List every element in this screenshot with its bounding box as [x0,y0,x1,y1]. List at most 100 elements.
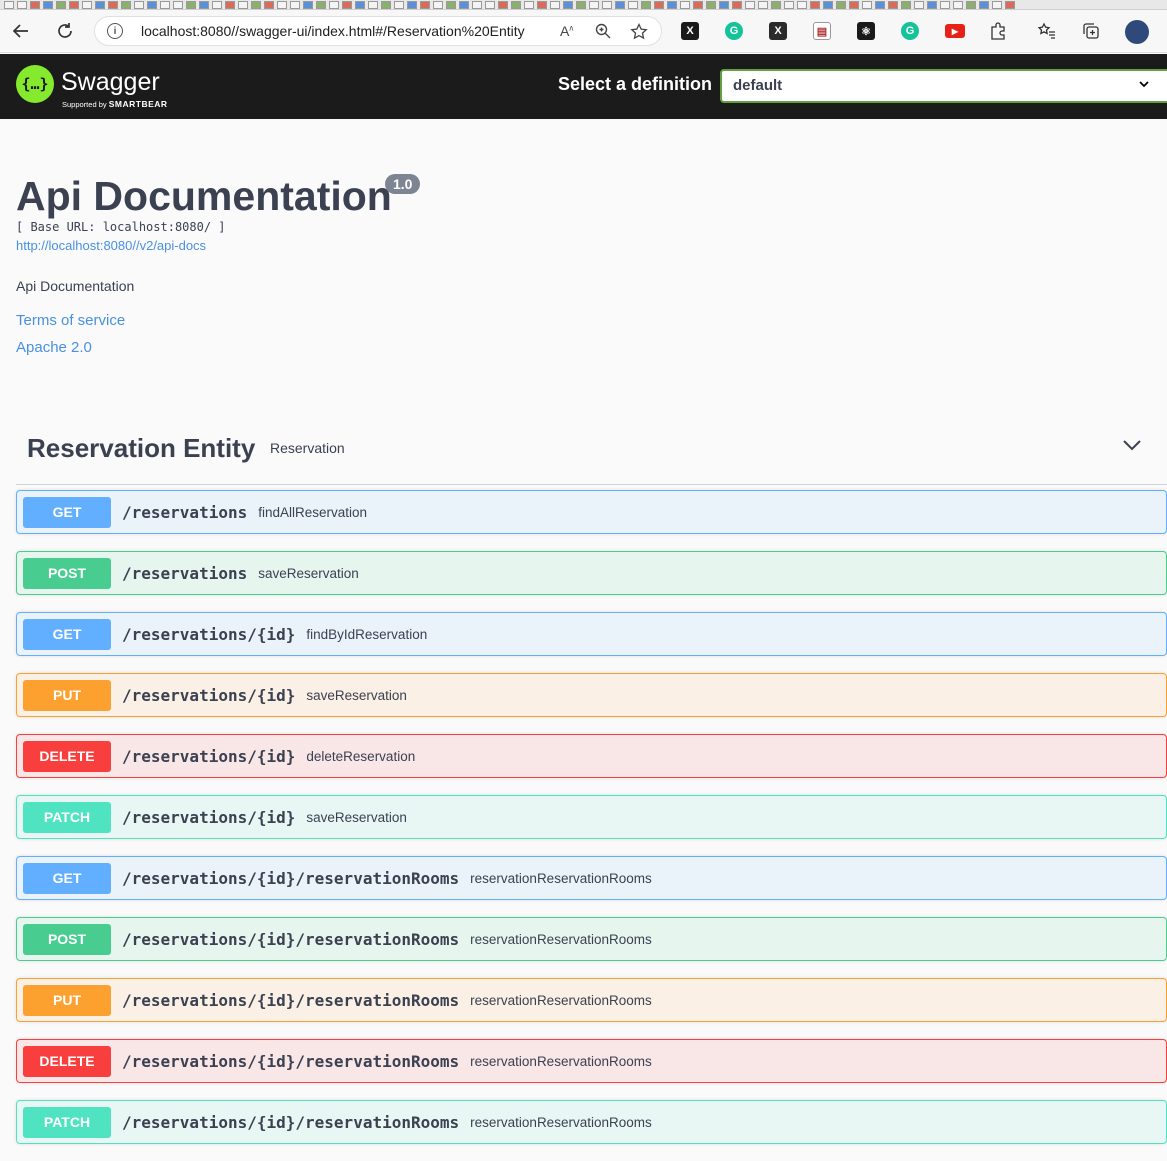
favorite-icon[interactable] [784,1,794,9]
swagger-logo-icon[interactable]: {…} [16,65,54,103]
favorite-icon[interactable] [810,1,820,9]
favorite-icon[interactable] [888,1,898,9]
address-bar[interactable]: i localhost:8080//swagger-ui/index.html#… [94,16,662,46]
collapse-chevron-icon[interactable] [1121,433,1143,455]
operation-row[interactable]: GET/reservations findAllReservation [16,490,1167,534]
document-extension-icon[interactable]: ▤ [813,22,831,40]
read-aloud-icon[interactable]: Aʌ [560,23,573,39]
definition-select[interactable]: default [720,69,1167,103]
favorite-icon[interactable] [901,1,911,9]
favorite-icon[interactable] [706,1,716,9]
favorite-icon[interactable] [628,1,638,9]
favorite-icon[interactable] [641,1,651,9]
favorite-icon[interactable] [238,1,248,9]
operation-row[interactable]: DELETE/reservations/{id} deleteReservatio… [16,734,1167,778]
site-info-icon[interactable]: i [107,23,123,39]
favorite-icon[interactable] [30,1,40,9]
back-icon[interactable] [6,16,36,46]
excel-extension-icon[interactable]: X [681,22,699,40]
favorite-icon[interactable] [1005,1,1015,9]
favorite-icon[interactable] [290,1,300,9]
favorite-icon[interactable] [550,1,560,9]
operation-row[interactable]: PUT/reservations/{id} saveReservation [16,673,1167,717]
favorite-icon[interactable] [264,1,274,9]
favorite-icon[interactable] [368,1,378,9]
x-extension-icon[interactable]: X [769,22,787,40]
refresh-icon[interactable] [50,16,80,46]
favorite-icon[interactable] [485,1,495,9]
favorite-icon[interactable] [992,1,1002,9]
favorite-icon[interactable] [329,1,339,9]
favorite-icon[interactable] [524,1,534,9]
favorite-icon[interactable] [69,1,79,9]
favorite-icon[interactable] [667,1,677,9]
favorite-icon[interactable] [355,1,365,9]
operation-row[interactable]: PATCH/reservations/{id} saveReservation [16,795,1167,839]
favorite-icon[interactable] [394,1,404,9]
favorite-icon[interactable] [511,1,521,9]
favorite-icon[interactable] [316,1,326,9]
favorite-icon[interactable] [43,1,53,9]
add-favorite-icon[interactable] [630,22,648,44]
favorite-icon[interactable] [823,1,833,9]
favorite-icon[interactable] [537,1,547,9]
favorite-icon[interactable] [563,1,573,9]
favorite-icon[interactable] [420,1,430,9]
favorite-icon[interactable] [407,1,417,9]
favorite-icon[interactable] [446,1,456,9]
operation-row[interactable]: POST/reservations saveReservation [16,551,1167,595]
address-url[interactable]: localhost:8080//swagger-ui/index.html#/R… [141,23,525,39]
favorite-icon[interactable] [498,1,508,9]
favorite-icon[interactable] [82,1,92,9]
favorite-icon[interactable] [147,1,157,9]
favorite-icon[interactable] [732,1,742,9]
api-docs-link[interactable]: http://localhost:8080//v2/api-docs [16,238,206,253]
favorite-icon[interactable] [836,1,846,9]
favorite-icon[interactable] [134,1,144,9]
favorite-icon[interactable] [173,1,183,9]
favorite-icon[interactable] [212,1,222,9]
favorite-icon[interactable] [745,1,755,9]
favorite-icon[interactable] [797,1,807,9]
favorite-icon[interactable] [225,1,235,9]
operation-row[interactable]: PUT/reservations/{id}/reservationRooms re… [16,978,1167,1022]
favorite-icon[interactable] [680,1,690,9]
react-devtools-icon[interactable]: ⚛ [857,22,875,40]
youtube-extension-icon[interactable]: ▶ [945,24,965,38]
favorite-icon[interactable] [953,1,963,9]
favorite-icon[interactable] [589,1,599,9]
favorite-icon[interactable] [758,1,768,9]
favorite-icon[interactable] [693,1,703,9]
favorite-icon[interactable] [966,1,976,9]
favorite-icon[interactable] [303,1,313,9]
favorites-icon[interactable] [1038,22,1056,40]
operation-row[interactable]: POST/reservations/{id}/reservationRooms r… [16,917,1167,961]
favorite-icon[interactable] [186,1,196,9]
zoom-icon[interactable] [595,23,611,42]
favorite-icon[interactable] [199,1,209,9]
operation-row[interactable]: PATCH/reservations/{id}/reservationRooms… [16,1100,1167,1144]
favorite-icon[interactable] [459,1,469,9]
favorite-icon[interactable] [719,1,729,9]
favorite-icon[interactable] [602,1,612,9]
favorite-icon[interactable] [95,1,105,9]
favorite-icon[interactable] [875,1,885,9]
favorite-icon[interactable] [277,1,287,9]
favorite-icon[interactable] [576,1,586,9]
grammarly-2-icon[interactable]: G [901,22,919,40]
favorite-icon[interactable] [56,1,66,9]
favorite-icon[interactable] [108,1,118,9]
grammarly-icon[interactable]: G [725,22,743,40]
favorite-icon[interactable] [615,1,625,9]
terms-of-service-link[interactable]: Terms of service [16,312,125,329]
tag-section-header[interactable]: Reservation Entity Reservation [16,425,1167,485]
favorite-icon[interactable] [927,1,937,9]
operation-row[interactable]: GET/reservations/{id}/reservationRooms re… [16,856,1167,900]
favorite-icon[interactable] [251,1,261,9]
favorite-icon[interactable] [381,1,391,9]
favorite-icon[interactable] [862,1,872,9]
favorite-icon[interactable] [914,1,924,9]
favorite-icon[interactable] [849,1,859,9]
favorite-icon[interactable] [940,1,950,9]
favorite-icon[interactable] [979,1,989,9]
